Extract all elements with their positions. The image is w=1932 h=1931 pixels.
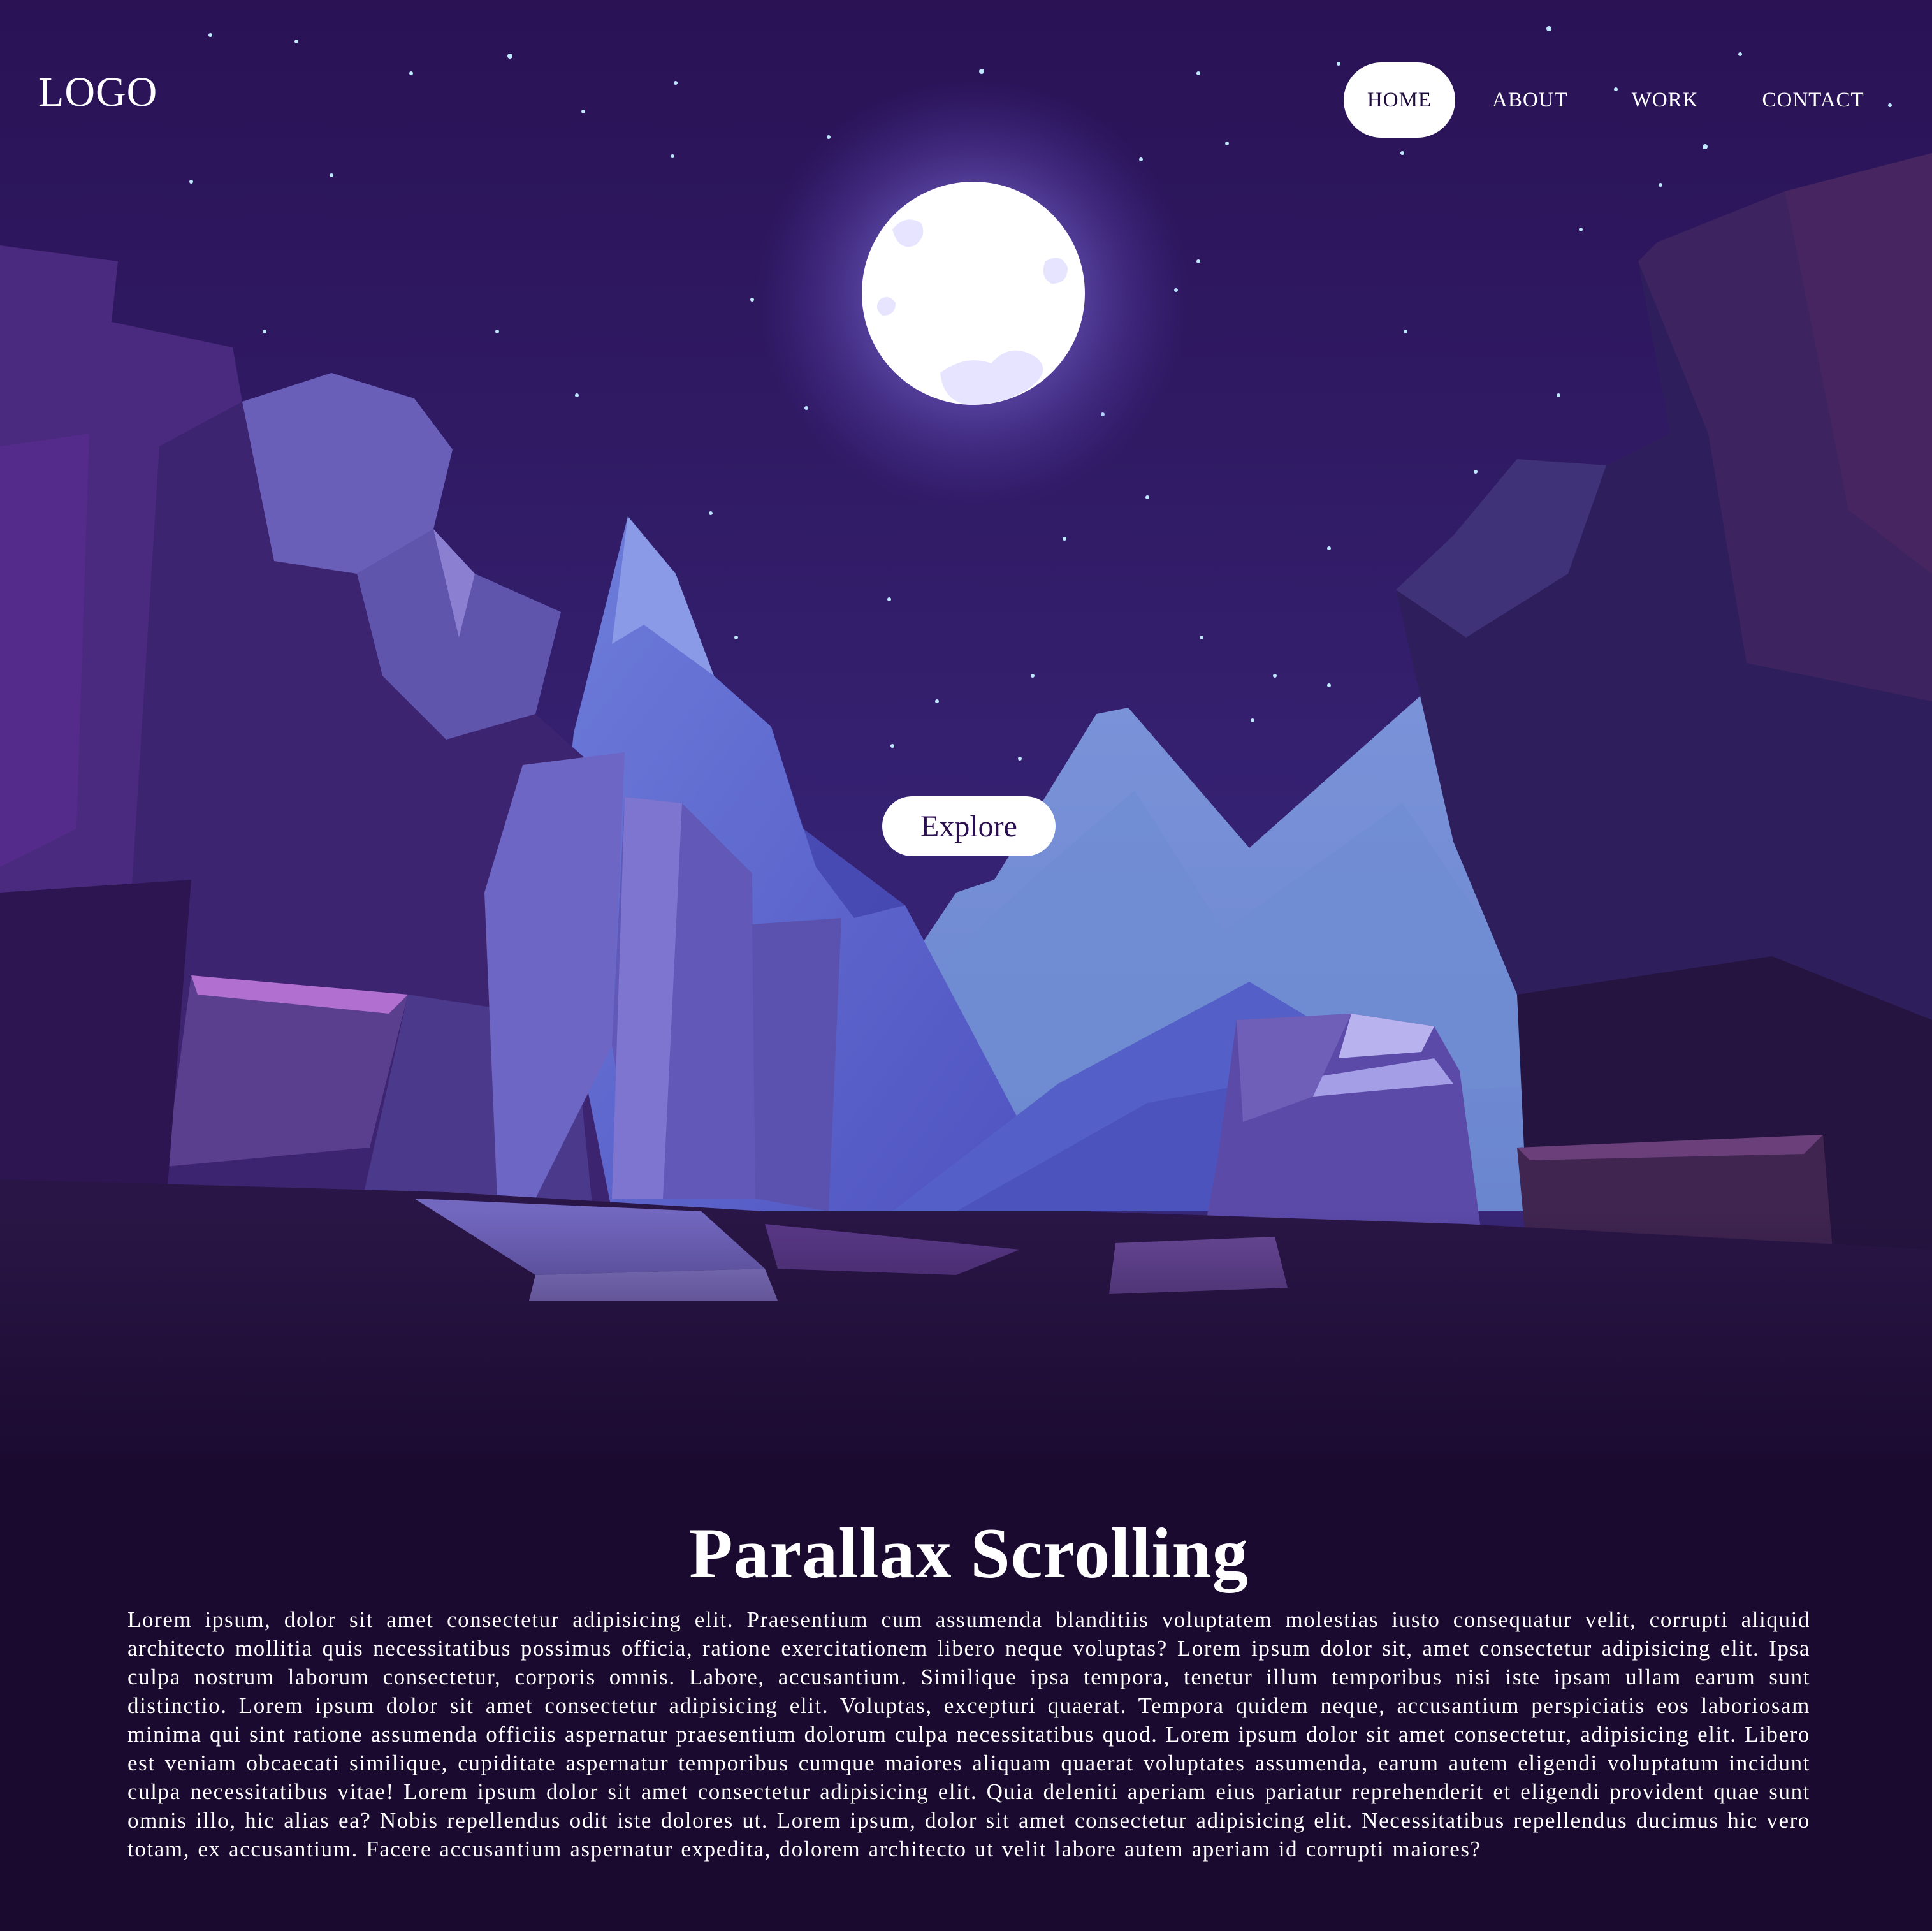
nav-work[interactable]: WORK [1605,62,1725,138]
hero-background-illustration [0,0,1932,1466]
nav-contact[interactable]: CONTACT [1736,62,1891,138]
logo[interactable]: LOGO [38,71,157,113]
explore-button[interactable]: Explore [882,796,1056,856]
page: LOGO HOME ABOUT WORK CONTACT Explore Par… [0,0,1932,1931]
nav-home[interactable]: HOME [1344,62,1455,138]
nav-about[interactable]: ABOUT [1465,62,1595,138]
body-paragraph: Lorem ipsum, dolor sit amet consectetur … [127,1607,1810,1862]
section-title: Parallax Scrolling [689,1514,1249,1593]
main-nav: HOME ABOUT WORK CONTACT [1344,62,1901,138]
content-section: Parallax Scrolling Lorem ipsum, dolor si… [127,1511,1810,1863]
